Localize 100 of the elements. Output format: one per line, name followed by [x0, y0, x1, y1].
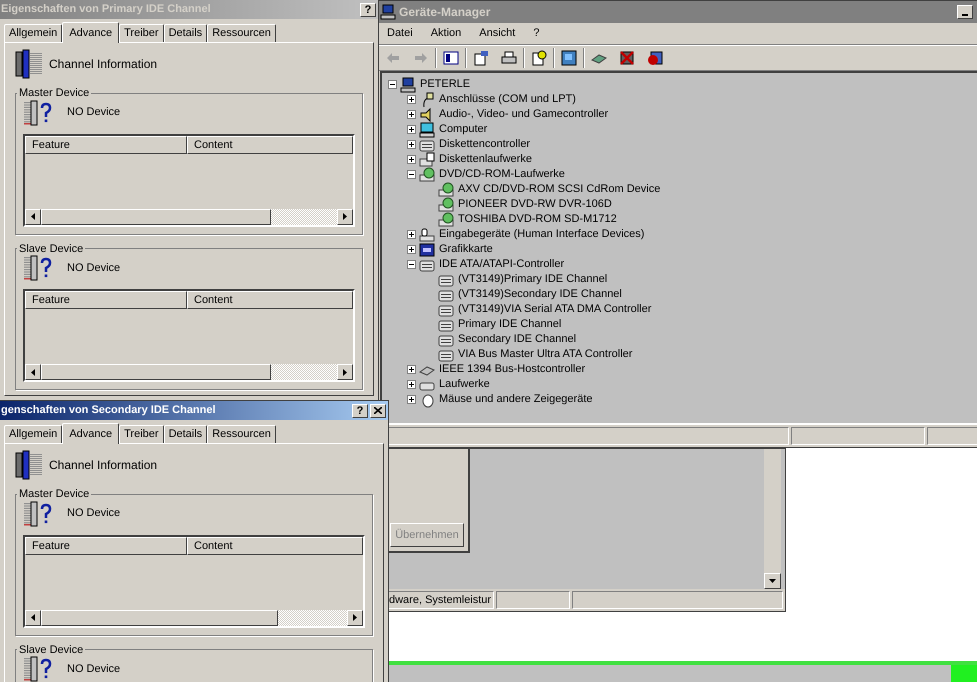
- collapse-icon[interactable]: [407, 170, 416, 179]
- column-header[interactable]: Content: [187, 291, 353, 309]
- expand-icon[interactable]: [407, 155, 416, 164]
- channel-heading: Channel Information: [49, 457, 158, 474]
- expand-icon[interactable]: [407, 230, 416, 239]
- menu-item[interactable]: Aktion: [422, 25, 470, 42]
- expand-icon[interactable]: [407, 110, 416, 119]
- cdrom-icon: [438, 212, 454, 228]
- device-status: NO Device: [67, 506, 120, 522]
- tree-item[interactable]: Eingabegeräte (Human Interface Devices): [438, 226, 646, 243]
- scroll-down-icon[interactable]: [769, 579, 776, 583]
- close-button[interactable]: [370, 404, 386, 418]
- tab[interactable]: Advance: [62, 22, 120, 43]
- column-header[interactable]: Content: [187, 536, 363, 554]
- expand-icon[interactable]: [407, 395, 416, 404]
- tree-item[interactable]: Diskettencontroller: [438, 136, 532, 153]
- tree-item[interactable]: Laufwerke: [438, 376, 491, 393]
- tree-item[interactable]: Computer: [438, 121, 488, 138]
- tray-indicator: [951, 665, 977, 682]
- properties-icon[interactable]: [473, 50, 489, 66]
- column-header[interactable]: Feature: [25, 291, 187, 309]
- scroll-right-icon[interactable]: [343, 213, 347, 220]
- tree-item[interactable]: Audio-, Video- und Gamecontroller: [438, 106, 610, 123]
- tree-item[interactable]: TOSHIBA DVD-ROM SD-M1712: [457, 211, 618, 228]
- window-title: Eigenschaften von Primary IDE Channel: [0, 2, 211, 18]
- help-button[interactable]: ?: [360, 2, 376, 16]
- close-icon: [374, 407, 382, 414]
- expand-icon[interactable]: [407, 365, 416, 374]
- tab[interactable]: Ressourcen: [207, 425, 276, 443]
- tree-item[interactable]: Secondary IDE Channel: [457, 331, 578, 348]
- device-status: NO Device: [67, 260, 120, 276]
- tab[interactable]: Ressourcen: [207, 24, 276, 42]
- unknown-device-icon: [23, 655, 53, 682]
- monitor-icon: [419, 122, 435, 138]
- expand-icon[interactable]: [407, 245, 416, 254]
- status-pane: [927, 427, 977, 445]
- expand-icon[interactable]: [407, 125, 416, 134]
- channel-heading: Channel Information: [49, 56, 158, 73]
- tree-item[interactable]: Diskettenlaufwerke: [438, 151, 533, 168]
- tree-item[interactable]: PETERLE: [419, 76, 472, 93]
- tree-item[interactable]: Grafikkarte: [438, 241, 494, 258]
- cdrom-icon: [438, 182, 454, 198]
- tab[interactable]: Advance: [62, 423, 120, 444]
- unknown-device-icon: [23, 500, 53, 528]
- tree-item[interactable]: IEEE 1394 Bus-Hostcontroller: [438, 361, 586, 378]
- expand-icon[interactable]: [407, 95, 416, 104]
- minimize-icon: [962, 14, 968, 16]
- window-title: genschaften von Secondary IDE Channel: [0, 403, 216, 418]
- tree-item[interactable]: IDE ATA/ATAPI-Controller: [438, 256, 566, 273]
- scroll-left-icon[interactable]: [31, 368, 35, 376]
- computer-icon: [380, 4, 396, 20]
- tree-item[interactable]: (VT3149)Secondary IDE Channel: [457, 286, 623, 303]
- minimize-button[interactable]: [957, 5, 973, 19]
- scroll-thumb[interactable]: [41, 610, 278, 626]
- tab[interactable]: Details: [164, 24, 208, 42]
- scroll-right-icon[interactable]: [353, 614, 357, 621]
- group-title: Master Device: [18, 487, 90, 502]
- tree-item[interactable]: Mäuse und andere Zeigegeräte: [438, 391, 594, 408]
- collapse-icon[interactable]: [388, 80, 397, 89]
- cdrom-icon: [419, 166, 435, 182]
- column-header[interactable]: Feature: [25, 536, 187, 554]
- menu-item[interactable]: Ansicht: [471, 25, 524, 42]
- vertical-scrollbar[interactable]: [764, 449, 781, 589]
- column-header[interactable]: Content: [187, 136, 353, 154]
- menu-item[interactable]: Datei: [379, 25, 421, 42]
- unknown-device-icon: [23, 98, 53, 126]
- tab[interactable]: Treiber: [119, 425, 164, 443]
- ide-channel-icon: [15, 49, 43, 79]
- tree-item[interactable]: AXV CD/DVD-ROM SCSI CdRom Device: [457, 181, 662, 198]
- computer-icon: [400, 76, 416, 92]
- display-icon: [419, 242, 435, 258]
- scroll-thumb[interactable]: [41, 364, 271, 380]
- tree-item[interactable]: VIA Bus Master Ultra ATA Controller: [457, 346, 634, 363]
- horizontal-scrollbar[interactable]: [25, 208, 353, 224]
- input-icon: [419, 226, 435, 242]
- menu-item[interactable]: ?: [525, 25, 548, 42]
- scroll-left-icon[interactable]: [31, 614, 35, 621]
- tree-item[interactable]: Primary IDE Channel: [457, 316, 562, 333]
- scroll-thumb[interactable]: [41, 208, 271, 224]
- scroll-left-icon[interactable]: [31, 213, 35, 220]
- horizontal-scrollbar[interactable]: [25, 364, 353, 380]
- disable-device-icon[interactable]: [647, 50, 663, 66]
- printer-icon[interactable]: [501, 50, 517, 66]
- tree-item[interactable]: (VT3149)VIA Serial ATA DMA Controller: [457, 301, 652, 318]
- tree-item[interactable]: Anschlüsse (COM und LPT): [438, 91, 577, 108]
- uninstall-icon[interactable]: [619, 50, 635, 66]
- device-status: NO Device: [67, 105, 120, 120]
- horizontal-scrollbar[interactable]: [25, 610, 363, 626]
- expand-icon[interactable]: [407, 380, 416, 389]
- expand-icon[interactable]: [407, 140, 416, 149]
- scroll-right-icon[interactable]: [343, 368, 347, 376]
- tab[interactable]: Treiber: [119, 24, 164, 42]
- tree-item[interactable]: (VT3149)Primary IDE Channel: [457, 271, 608, 288]
- column-header[interactable]: Feature: [25, 136, 187, 154]
- help-button[interactable]: ?: [352, 404, 368, 418]
- collapse-icon[interactable]: [407, 260, 416, 269]
- tab[interactable]: Details: [164, 425, 208, 443]
- tree-pane-icon[interactable]: [443, 50, 459, 66]
- tree-item[interactable]: DVD/CD-ROM-Laufwerke: [438, 166, 566, 183]
- tree-item[interactable]: PIONEER DVD-RW DVR-106D: [457, 196, 613, 213]
